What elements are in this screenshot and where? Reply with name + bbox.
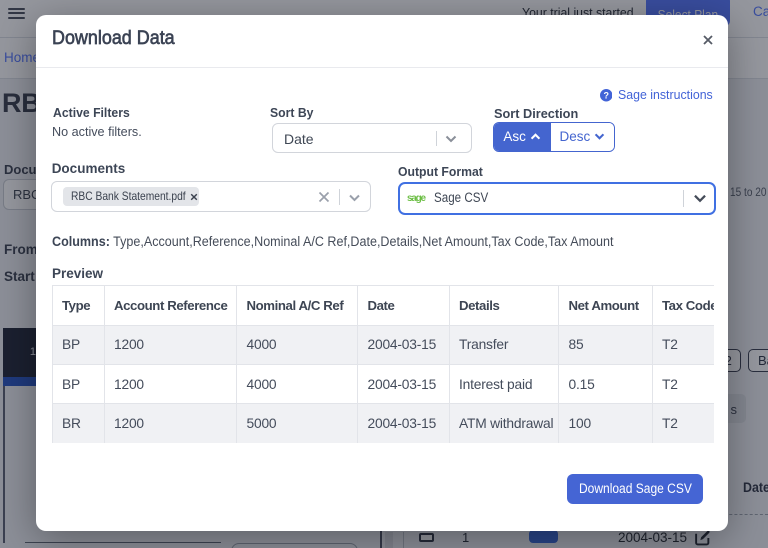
svg-text:?: ? (603, 90, 608, 100)
svg-text:sage: sage (407, 193, 426, 204)
